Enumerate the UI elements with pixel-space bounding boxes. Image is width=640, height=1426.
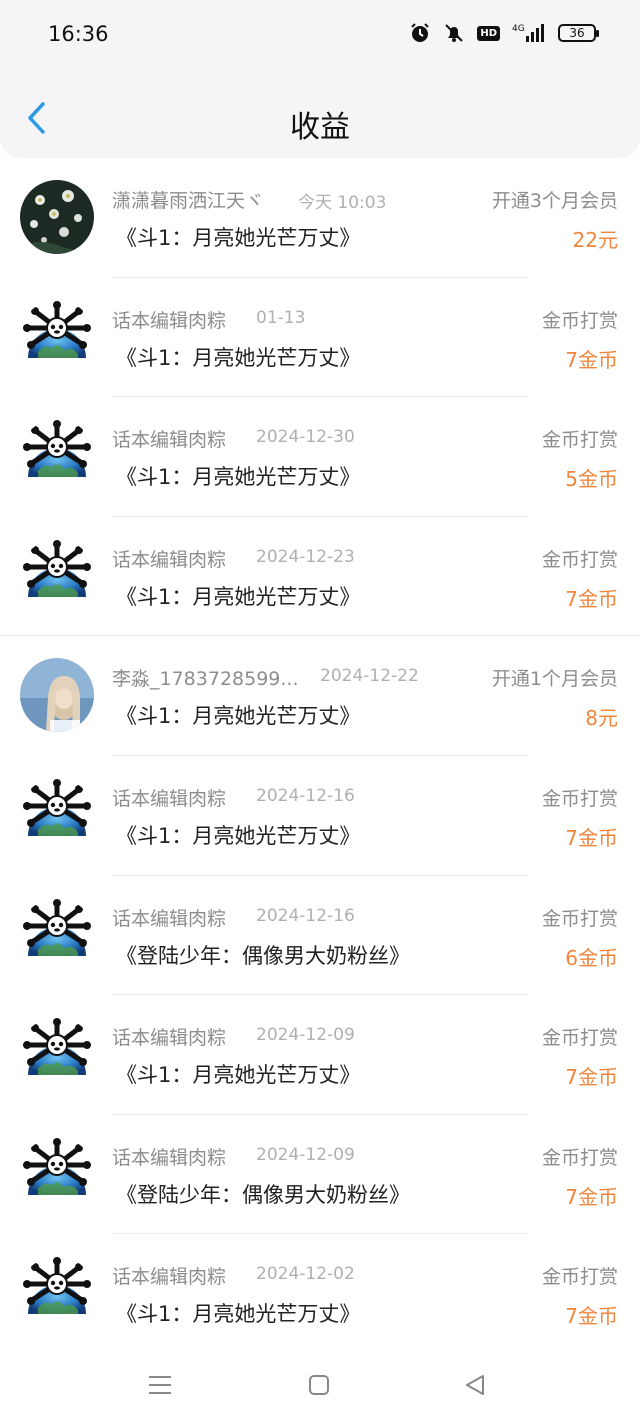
record-date: 2024-12-09 <box>256 1025 355 1046</box>
back-nav-button[interactable] <box>460 1370 490 1400</box>
amount: 6金币 <box>565 945 618 970</box>
svg-text:4G: 4G <box>512 24 525 34</box>
user-name: 话本编辑肉粽 <box>112 907 227 930</box>
record-type: 金币打赏 <box>541 309 618 332</box>
record-date: 01-13 <box>256 307 306 328</box>
record-date: 2024-12-16 <box>256 785 355 806</box>
record-type: 金币打赏 <box>541 429 618 452</box>
avatar[interactable] <box>20 777 94 852</box>
avatar[interactable] <box>20 1136 94 1211</box>
book-title: 《登陆少年：偶像男大奶粉丝》 <box>116 1182 410 1207</box>
earnings-row[interactable]: 话本编辑肉粽 2024-12-30 金币打赏《斗1：月亮她光芒万丈》 5金币 <box>0 397 640 517</box>
earnings-row[interactable]: 话本编辑肉粽 2024-12-23 金币打赏《斗1：月亮她光芒万丈》 7金币 <box>0 517 640 637</box>
book-title: 《斗1：月亮她光芒万丈》 <box>116 226 361 250</box>
record-date: 2024-12-23 <box>256 546 355 567</box>
amount: 7金币 <box>565 1065 618 1090</box>
record-type: 开通1个月会员 <box>491 668 618 691</box>
nav-bar: 收益 <box>0 72 640 158</box>
record-date: 2024-12-16 <box>256 905 355 926</box>
record-date: 2024-12-02 <box>256 1264 355 1285</box>
user-name: 话本编辑肉粽 <box>112 787 227 810</box>
earnings-row[interactable]: 潇潇暮雨洒江天ヾ 今天 10:03 开通3个月会员《斗1：月亮她光芒万丈》 22元 <box>0 158 640 278</box>
status-icons: HD 4G 36 <box>409 22 599 44</box>
book-title: 《斗1：月亮她光芒万丈》 <box>116 584 361 609</box>
menu-button[interactable] <box>145 1370 175 1400</box>
user-name: 话本编辑肉粽 <box>112 429 227 452</box>
book-title: 《斗1：月亮她光芒万丈》 <box>116 1302 361 1327</box>
avatar[interactable] <box>20 1017 94 1092</box>
avatar[interactable] <box>20 658 94 733</box>
alarm-icon <box>409 22 431 44</box>
amount: 5金币 <box>565 467 618 492</box>
amount: 8元 <box>585 706 618 731</box>
avatar[interactable] <box>20 897 94 972</box>
user-name: 话本编辑肉粽 <box>112 1266 227 1289</box>
book-title: 《斗1：月亮她光芒万丈》 <box>116 823 361 848</box>
earnings-list: 潇潇暮雨洒江天ヾ 今天 10:03 开通3个月会员《斗1：月亮她光芒万丈》 22元 <box>0 158 640 1354</box>
mute-bell-icon <box>443 22 465 44</box>
avatar[interactable] <box>20 1256 94 1331</box>
avatar[interactable] <box>20 180 94 254</box>
user-name: 话本编辑肉粽 <box>112 1027 227 1050</box>
record-type: 金币打赏 <box>541 787 618 810</box>
earnings-row[interactable]: 话本编辑肉粽 2024-12-02 金币打赏《斗1：月亮她光芒万丈》 7金币 <box>0 1234 640 1354</box>
menu-icon <box>149 1376 171 1394</box>
record-date: 2024-12-30 <box>256 427 355 448</box>
home-button[interactable] <box>304 1370 334 1400</box>
book-title: 《斗1：月亮她光芒万丈》 <box>116 345 361 370</box>
home-square-icon <box>309 1375 329 1395</box>
record-type: 金币打赏 <box>541 548 618 571</box>
amount: 22元 <box>572 228 618 252</box>
amount: 7金币 <box>565 1184 618 1209</box>
record-date: 2024-12-22 <box>320 666 419 687</box>
status-time: 16:36 <box>48 22 109 46</box>
record-date: 今天 10:03 <box>298 193 387 213</box>
record-type: 金币打赏 <box>541 907 618 930</box>
page-title: 收益 <box>290 110 350 145</box>
amount: 7金币 <box>565 347 618 372</box>
user-name: 话本编辑肉粽 <box>112 548 227 571</box>
back-triangle-icon <box>466 1375 484 1395</box>
record-type: 金币打赏 <box>541 1266 618 1289</box>
avatar[interactable] <box>20 419 94 494</box>
user-name: 李淼_1783728599... <box>112 668 299 691</box>
user-name: 潇潇暮雨洒江天ヾ <box>112 190 265 212</box>
book-title: 《斗1：月亮她光芒万丈》 <box>116 465 361 490</box>
avatar[interactable] <box>20 299 94 374</box>
user-name: 话本编辑肉粽 <box>112 309 227 332</box>
battery-icon: 36 <box>558 24 599 42</box>
status-bar: 16:36 HD 4G 36 <box>0 0 640 72</box>
earnings-row[interactable]: 话本编辑肉粽 2024-12-16 金币打赏《登陆少年：偶像男大奶粉丝》 6金币 <box>0 876 640 996</box>
hd-icon: HD <box>477 25 500 41</box>
amount: 7金币 <box>565 825 618 850</box>
book-title: 《斗1：月亮她光芒万丈》 <box>116 704 361 729</box>
earnings-row[interactable]: 李淼_1783728599... 2024-12-22 开通1个月会员《斗1：月亮她… <box>0 636 640 756</box>
record-date: 2024-12-09 <box>256 1144 355 1165</box>
amount: 7金币 <box>565 1304 618 1329</box>
record-type: 金币打赏 <box>541 1027 618 1050</box>
earnings-row[interactable]: 话本编辑肉粽 2024-12-16 金币打赏《斗1：月亮她光芒万丈》 7金币 <box>0 756 640 876</box>
book-title: 《登陆少年：偶像男大奶粉丝》 <box>116 943 410 968</box>
system-nav-bar <box>0 1344 640 1426</box>
user-name: 话本编辑肉粽 <box>112 1146 227 1169</box>
earnings-row[interactable]: 话本编辑肉粽 2024-12-09 金币打赏《斗1：月亮她光芒万丈》 7金币 <box>0 995 640 1115</box>
signal-icon: 4G <box>512 22 546 44</box>
amount: 7金币 <box>565 586 618 611</box>
earnings-row[interactable]: 话本编辑肉粽 01-13 金币打赏《斗1：月亮她光芒万丈》 7金币 <box>0 278 640 398</box>
earnings-row[interactable]: 话本编辑肉粽 2024-12-09 金币打赏《登陆少年：偶像男大奶粉丝》 7金币 <box>0 1115 640 1235</box>
avatar[interactable] <box>20 538 94 613</box>
record-type: 开通3个月会员 <box>491 190 618 212</box>
book-title: 《斗1：月亮她光芒万丈》 <box>116 1063 361 1088</box>
record-type: 金币打赏 <box>541 1146 618 1169</box>
